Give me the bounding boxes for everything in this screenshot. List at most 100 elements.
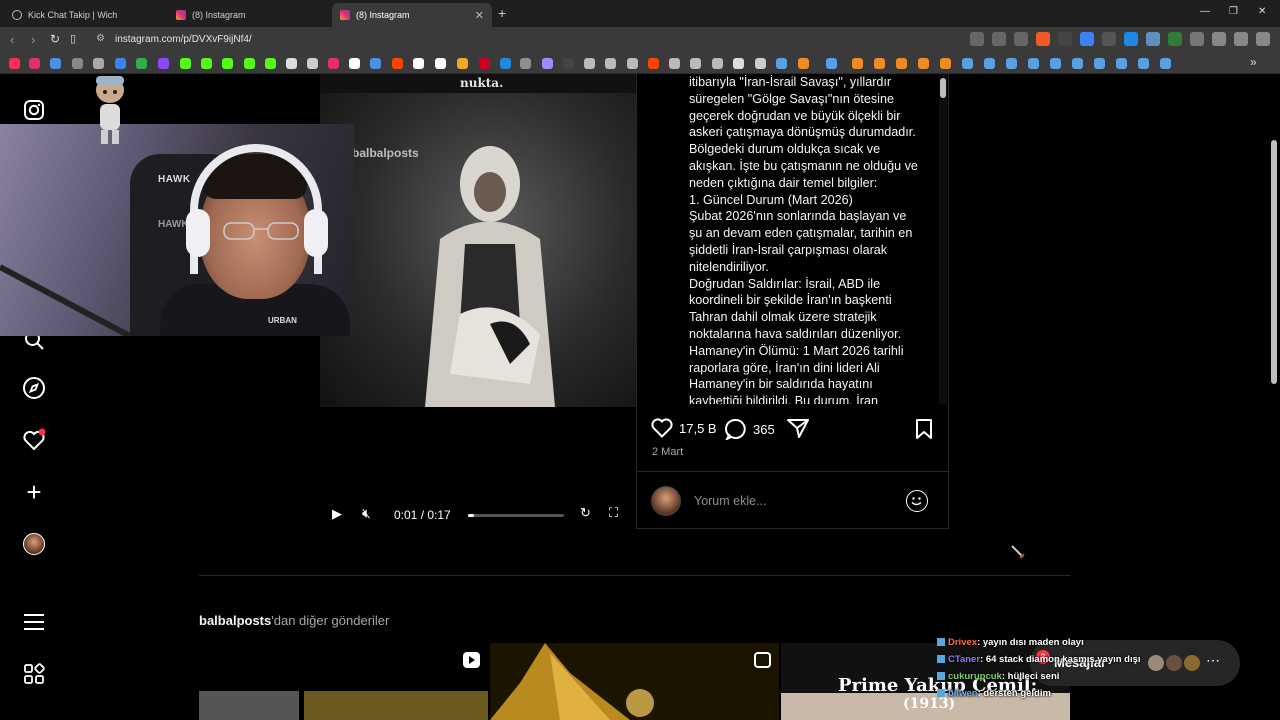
more-options-icon[interactable]: ⋯ (1206, 652, 1220, 669)
mute-icon[interactable]: 🔇︎ (362, 505, 371, 522)
folder-icon[interactable] (755, 58, 766, 69)
bookmark-icon[interactable] (852, 58, 863, 69)
comment-button[interactable]: 365 (725, 418, 775, 440)
bookmark-icon[interactable] (563, 58, 574, 69)
comment-input[interactable]: Yorum ekle... (694, 494, 767, 508)
bookmark-icon[interactable] (286, 58, 297, 69)
new-tab-icon[interactable]: + (498, 5, 506, 21)
steam-icon[interactable] (1050, 58, 1061, 69)
tab-instagram-active[interactable]: (8) Instagram ✕ (332, 3, 492, 27)
bookmark-icon[interactable] (50, 58, 61, 69)
share-icon[interactable] (1014, 32, 1028, 46)
bookmark-icon[interactable] (500, 58, 511, 69)
bookmark-icon[interactable] (413, 58, 424, 69)
more-posts-username[interactable]: balbalposts (199, 613, 271, 628)
page-scrollbar[interactable] (1271, 140, 1277, 384)
bookmark-icon[interactable] (520, 58, 531, 69)
steam-icon[interactable] (1028, 58, 1039, 69)
kick-icon[interactable] (222, 58, 233, 69)
bookmark-icon[interactable] (874, 58, 885, 69)
caption-scrollbar[interactable] (939, 74, 947, 404)
extension-icon[interactable] (1102, 32, 1116, 46)
kick-icon[interactable] (265, 58, 276, 69)
bookmark-icon[interactable] (307, 58, 318, 69)
extension-icon[interactable] (1058, 32, 1072, 46)
steam-icon[interactable] (962, 58, 973, 69)
x-icon[interactable] (349, 58, 360, 69)
bookmark-icon[interactable] (669, 58, 680, 69)
fullscreen-icon[interactable]: ⛶ (609, 505, 618, 521)
puzzle-icon[interactable] (1212, 32, 1226, 46)
bookmark-icon[interactable] (93, 58, 104, 69)
bookmark-icon[interactable] (115, 58, 126, 69)
maximize-icon[interactable]: ❐ (1229, 6, 1238, 17)
brave-shield-icon[interactable] (1036, 32, 1050, 46)
bookmark-icon[interactable] (896, 58, 907, 69)
explore-icon[interactable] (22, 376, 46, 400)
kick-icon[interactable] (244, 58, 255, 69)
bookmark-icon[interactable] (605, 58, 616, 69)
bookmark-icon[interactable] (627, 58, 638, 69)
extension-icon[interactable] (1124, 32, 1138, 46)
bookmark-icon[interactable] (690, 58, 701, 69)
bookmark-icon[interactable] (328, 58, 339, 69)
reddit-icon[interactable] (392, 58, 403, 69)
profile-avatar[interactable] (22, 532, 46, 556)
bookmark-icon[interactable] (435, 58, 446, 69)
emoji-icon[interactable] (906, 490, 928, 512)
like-button[interactable]: 17,5 B (651, 418, 717, 438)
steam-icon[interactable] (1006, 58, 1017, 69)
kick-icon[interactable] (201, 58, 212, 69)
extension-icon[interactable] (1168, 32, 1182, 46)
steam-icon[interactable] (776, 58, 787, 69)
kick-icon[interactable] (180, 58, 191, 69)
bookmark-icon[interactable] (9, 58, 20, 69)
tab-instagram-1[interactable]: (8) Instagram (168, 3, 328, 27)
post-thumbnail[interactable] (490, 643, 779, 720)
bookmark-icon[interactable]: ▯ (70, 32, 76, 45)
steam-icon[interactable] (1072, 58, 1083, 69)
more-bookmarks-icon[interactable]: » (1250, 55, 1257, 69)
bookmark-icon[interactable] (542, 58, 553, 69)
bookmark-icon[interactable] (940, 58, 951, 69)
steam-icon[interactable] (1160, 58, 1171, 69)
steam-icon[interactable] (1138, 58, 1149, 69)
bookmark-icon[interactable] (370, 58, 381, 69)
zoom-icon[interactable] (992, 32, 1006, 46)
steam-icon[interactable] (1116, 58, 1127, 69)
also-from-meta-icon[interactable] (22, 662, 46, 686)
post-media[interactable]: nukta. balbalposts ▶ 🔇︎ 0:01 / 0:17 ↻ ⛶ (320, 74, 636, 529)
sidebar-icon[interactable] (1234, 32, 1248, 46)
bookmark-icon[interactable] (72, 58, 83, 69)
share-button[interactable] (787, 418, 809, 438)
caption-scroll-thumb[interactable] (940, 78, 946, 98)
video-progress-bar[interactable] (468, 514, 564, 517)
bookmark-icon[interactable] (457, 58, 468, 69)
bookmark-icon[interactable] (798, 58, 809, 69)
bookmark-icon[interactable] (136, 58, 147, 69)
steam-icon[interactable] (984, 58, 995, 69)
bookmark-icon[interactable] (648, 58, 659, 69)
bookmark-icon[interactable] (29, 58, 40, 69)
extension-icon[interactable] (1080, 32, 1094, 46)
menu-hamburger-icon[interactable] (22, 610, 46, 634)
steam-icon[interactable] (826, 58, 837, 69)
bookmark-icon[interactable] (918, 58, 929, 69)
bookmark-icon[interactable] (158, 58, 169, 69)
bookmark-icon[interactable] (733, 58, 744, 69)
extension-icon[interactable] (1190, 32, 1204, 46)
bookmark-icon[interactable] (712, 58, 723, 69)
reload-icon[interactable]: ↻ (50, 32, 60, 46)
post-thumbnail[interactable] (199, 643, 488, 720)
cast-icon[interactable] (970, 32, 984, 46)
playback-speed-icon[interactable]: ↻ (580, 505, 591, 521)
url-input[interactable]: instagram.com/p/DVXvF9ijNf4/ (115, 34, 252, 45)
save-button[interactable] (915, 418, 933, 440)
close-window-icon[interactable]: ✕ (1258, 6, 1266, 17)
site-info-icon[interactable]: ⚙ (96, 33, 105, 44)
bookmark-icon[interactable] (584, 58, 595, 69)
instagram-logo-icon[interactable] (22, 98, 46, 122)
notifications-heart-icon[interactable] (22, 428, 46, 452)
extension-icon[interactable] (1146, 32, 1160, 46)
tab-kick-chat[interactable]: Kick Chat Takip | Wich (4, 3, 164, 27)
